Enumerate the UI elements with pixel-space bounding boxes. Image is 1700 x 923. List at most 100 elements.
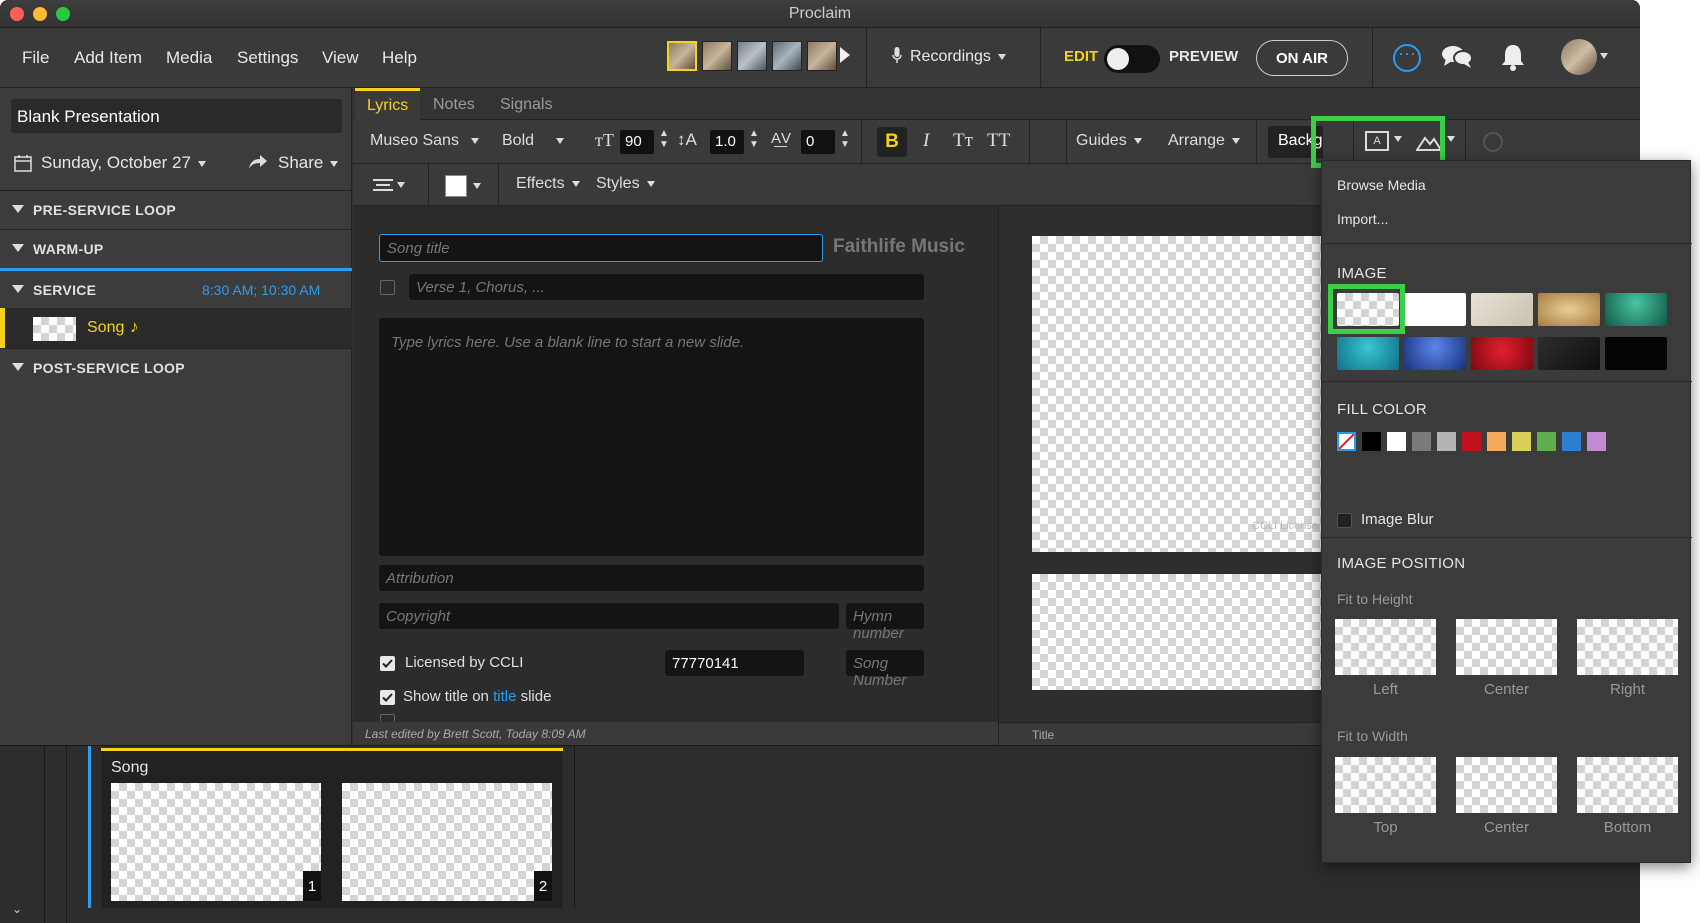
attribution-input[interactable]: Attribution (379, 565, 924, 591)
collapse-strip-icon[interactable]: ⌄ (12, 902, 22, 916)
small-caps-button[interactable]: Tт (953, 130, 973, 152)
section-service[interactable]: SERVICE 8:30 AM; 10:30 AM (0, 271, 352, 309)
letter-spacing-input[interactable]: 0 (801, 130, 835, 154)
chevron-down-icon[interactable] (397, 182, 405, 188)
collapse-triangle-icon[interactable] (12, 285, 24, 293)
notification-bell-icon[interactable] (1500, 43, 1526, 76)
collapse-triangle-icon[interactable] (12, 205, 24, 213)
italic-button[interactable]: I (923, 130, 929, 152)
align-icon[interactable] (373, 178, 393, 197)
image-swatch-blue[interactable] (1404, 337, 1466, 370)
participant-avatar[interactable] (737, 41, 767, 71)
fill-color-green[interactable] (1537, 432, 1556, 451)
hymn-number-input[interactable]: Hymn number (846, 603, 924, 642)
section-warm-up[interactable]: WARM-UP (0, 230, 352, 268)
participant-avatar[interactable] (772, 41, 802, 71)
position-fit-height-right[interactable] (1577, 619, 1678, 675)
edit-mode-label[interactable]: EDIT (1064, 48, 1098, 65)
fill-color-yellow[interactable] (1512, 432, 1531, 451)
image-swatch-dark-texture[interactable] (1538, 337, 1600, 370)
recordings-menu[interactable]: Recordings (910, 48, 1006, 66)
arrange-menu[interactable]: Arrange (1168, 132, 1240, 150)
user-avatar[interactable] (1561, 39, 1597, 75)
fill-color-none[interactable] (1337, 432, 1356, 451)
fill-color-purple[interactable] (1587, 432, 1606, 451)
image-swatch-parchment[interactable] (1538, 293, 1600, 326)
share-button[interactable]: Share (278, 153, 339, 173)
fill-color-red[interactable] (1462, 432, 1481, 451)
tab-lyrics[interactable]: Lyrics (355, 88, 420, 120)
presentation-title-field[interactable]: Blank Presentation (11, 99, 342, 133)
edit-preview-toggle[interactable] (1104, 45, 1160, 73)
fill-color-orange[interactable] (1487, 432, 1506, 451)
title-slide-link[interactable]: title (493, 688, 516, 705)
font-weight-select[interactable]: Bold (502, 132, 565, 150)
partial-checkbox[interactable] (380, 714, 395, 722)
song-number-input[interactable]: Song Number (846, 650, 924, 689)
share-icon[interactable] (248, 153, 268, 176)
service-date-picker[interactable]: Sunday, October 27 (41, 153, 206, 173)
image-swatch-red[interactable] (1471, 337, 1533, 370)
on-air-button[interactable]: ON AIR (1256, 40, 1348, 76)
letter-spacing-stepper[interactable]: ▲ ▼ (840, 128, 850, 150)
more-options-icon[interactable]: ··· (1393, 44, 1421, 72)
guides-menu[interactable]: Guides (1076, 132, 1142, 150)
chevron-down-icon[interactable] (1447, 136, 1455, 142)
chevron-down-icon[interactable] (473, 183, 481, 189)
fill-color-white[interactable] (1387, 432, 1406, 451)
service-item-song[interactable]: Song ♪ (0, 308, 352, 348)
participant-avatar[interactable] (667, 41, 697, 71)
effects-menu[interactable]: Effects (516, 175, 580, 193)
line-height-input[interactable]: 1.0 (710, 130, 744, 154)
menu-media[interactable]: Media (166, 48, 212, 68)
image-blur-checkbox[interactable] (1337, 513, 1352, 528)
menu-file[interactable]: File (22, 48, 49, 68)
image-swatch-teal-green[interactable] (1605, 293, 1667, 326)
section-post-service-loop[interactable]: POST-SERVICE LOOP (0, 349, 352, 387)
menu-help[interactable]: Help (382, 48, 417, 68)
image-swatch-black[interactable] (1605, 337, 1667, 370)
styles-menu[interactable]: Styles (596, 175, 655, 193)
verse-checkbox[interactable] (380, 280, 395, 295)
reset-icon[interactable] (1483, 132, 1503, 152)
collapse-triangle-icon[interactable] (12, 363, 24, 371)
ccli-number-input[interactable]: 77770141 (665, 650, 804, 676)
image-swatch-white[interactable] (1404, 293, 1466, 326)
fill-color-blue[interactable] (1562, 432, 1581, 451)
ccli-checkbox[interactable] (380, 656, 395, 671)
font-size-stepper[interactable]: ▲ ▼ (659, 128, 669, 150)
tab-signals[interactable]: Signals (500, 96, 552, 114)
position-fit-width-top[interactable] (1335, 757, 1436, 813)
fill-color-light-gray[interactable] (1437, 432, 1456, 451)
menu-settings[interactable]: Settings (237, 48, 298, 68)
position-fit-width-center[interactable] (1456, 757, 1557, 813)
image-swatch-linen[interactable] (1471, 293, 1533, 326)
menu-view[interactable]: View (322, 48, 359, 68)
collapse-triangle-icon[interactable] (12, 244, 24, 252)
chat-icon[interactable] (1441, 44, 1473, 75)
line-height-stepper[interactable]: ▲ ▼ (749, 128, 759, 150)
slide-thumbnail[interactable]: 2 (342, 783, 552, 901)
section-pre-service-loop[interactable]: PRE-SERVICE LOOP (0, 191, 352, 229)
chevron-down-icon[interactable] (1600, 53, 1608, 59)
tab-notes[interactable]: Notes (433, 96, 475, 114)
text-color-swatch[interactable] (445, 175, 467, 197)
import-item[interactable]: Import... (1337, 211, 1388, 227)
participant-avatar[interactable] (702, 41, 732, 71)
image-swatch-cyan[interactable] (1337, 337, 1399, 370)
lyrics-textarea[interactable]: Type lyrics here. Use a blank line to st… (379, 318, 924, 556)
font-size-input[interactable]: 90 (620, 130, 654, 154)
copyright-input[interactable]: Copyright (379, 603, 839, 629)
show-title-checkbox[interactable] (380, 690, 395, 705)
song-slide-group[interactable]: Song 1 2 (101, 748, 563, 908)
position-fit-width-bottom[interactable] (1577, 757, 1678, 813)
participant-avatar[interactable] (807, 41, 837, 71)
position-fit-height-center[interactable] (1456, 619, 1557, 675)
menu-add-item[interactable]: Add Item (74, 48, 142, 68)
song-title-input[interactable]: Song title (379, 234, 823, 262)
fill-color-dark-gray[interactable] (1412, 432, 1431, 451)
all-caps-button[interactable]: TT (987, 130, 1010, 152)
title-slide-preview[interactable] (1032, 574, 1324, 690)
browse-media-item[interactable]: Browse Media (1337, 177, 1426, 193)
position-fit-height-left[interactable] (1335, 619, 1436, 675)
